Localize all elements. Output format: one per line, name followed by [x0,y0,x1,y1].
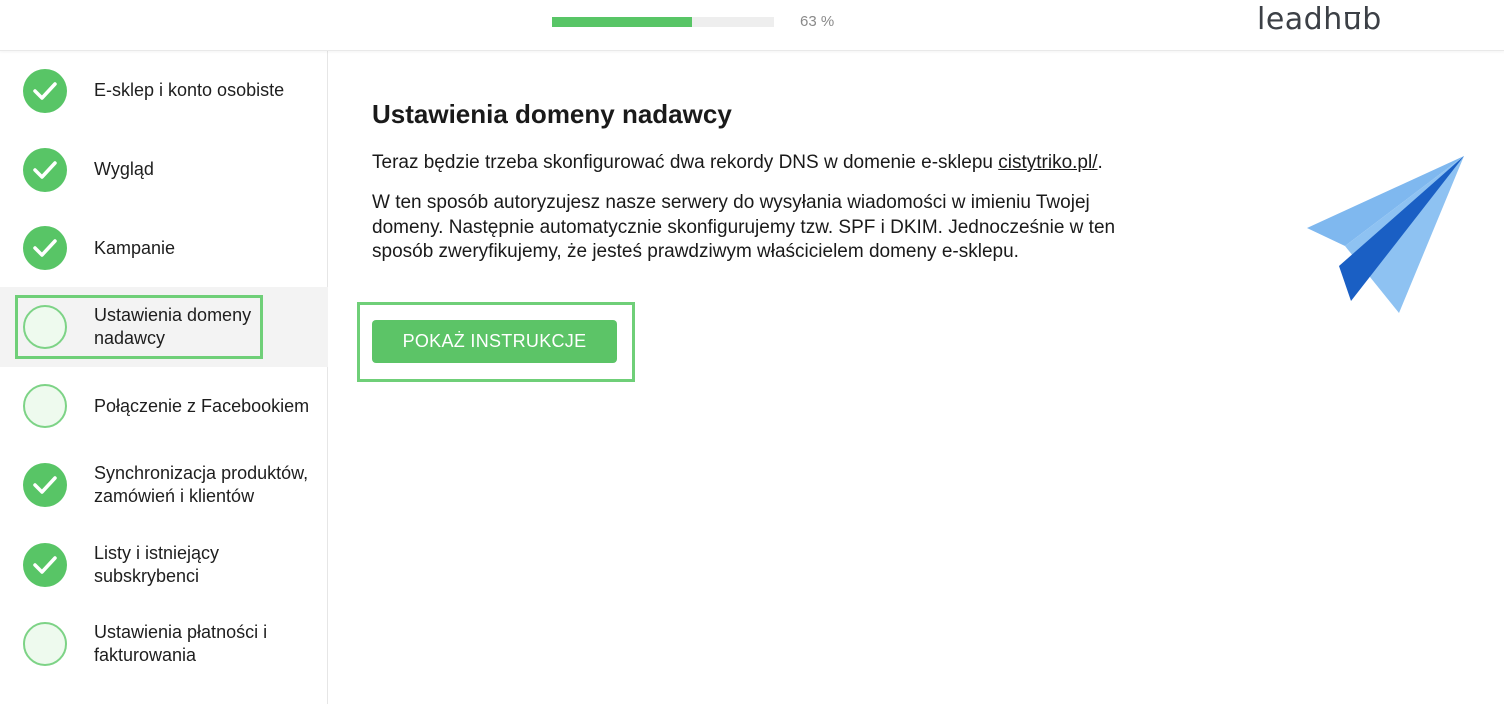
step-done-indicator [23,147,67,192]
progress-percent: 63 % [800,13,835,30]
logo-text-end: b [1362,2,1382,37]
progress-bar [552,17,774,27]
main-content: Ustawienia domeny nadawcy Teraz będzie t… [329,51,1504,704]
paper-plane-icon [1307,156,1464,313]
step-label: E-sklep i konto osobiste [94,80,285,100]
step-pending-indicator [23,622,67,666]
step-campaigns[interactable]: Kampanie [0,209,328,287]
step-sync[interactable]: Synchronizacja produktów, zamówień i kli… [0,445,328,525]
step-done-indicator [23,68,67,113]
step-pending-indicator [23,305,67,349]
step-label: Wygląd [94,159,154,179]
step-done-indicator [23,463,67,507]
step-label: Listy i istniejący subskrybenci [94,542,220,586]
step-label: Ustawienia płatności i fakturowania [94,622,268,665]
show-instructions-button[interactable]: POKAŻ INSTRUKCJE [372,320,617,363]
description-paragraph: W ten sposób autoryzujesz nasze serwery … [372,192,1116,262]
logo-u-mark: u [1343,2,1363,37]
step-facebook[interactable]: Połączenie z Facebookiem [0,367,328,445]
step-label: Ustawienia domeny nadawcy [94,305,252,348]
step-label: Synchronizacja produktów, zamówień i kli… [94,463,309,506]
step-sender-domain[interactable]: Ustawienia domeny nadawcy [0,287,328,367]
check-icon [33,555,57,574]
step-lists[interactable]: Listy i istniejący subskrybenci [0,525,328,604]
logo-text-start: leadh [1257,2,1343,37]
step-label: Połączenie z Facebookiem [94,395,310,416]
step-appearance[interactable]: Wygląd [0,130,328,209]
check-icon [33,160,57,179]
steps-sidebar: E-sklep i konto osobiste Wygląd Kampanie… [0,51,328,704]
leadhub-logo: leadhu b [1257,2,1382,37]
domain-link[interactable]: cistytriko.pl/ [998,152,1097,173]
logo-text-u: u [1342,2,1363,37]
progress-fill [552,17,692,27]
check-icon [33,81,57,100]
intro-paragraph: Teraz będzie trzeba skonfigurować dwa re… [372,151,1103,175]
page-title: Ustawienia domeny nadawcy [372,99,732,129]
step-label: Kampanie [94,237,176,258]
check-icon [33,239,57,257]
top-bar: 63 % leadhu b [0,0,1504,51]
step-done-indicator [23,226,67,270]
check-icon [33,476,57,494]
intro-end: . [1097,152,1103,173]
step-payments[interactable]: Ustawienia płatności i fakturowania [0,604,328,684]
step-pending-indicator [23,384,67,428]
step-eshop-account[interactable]: E-sklep i konto osobiste [0,51,328,130]
step-done-indicator [23,542,67,587]
intro-text: Teraz będzie trzeba skonfigurować dwa re… [372,152,999,173]
